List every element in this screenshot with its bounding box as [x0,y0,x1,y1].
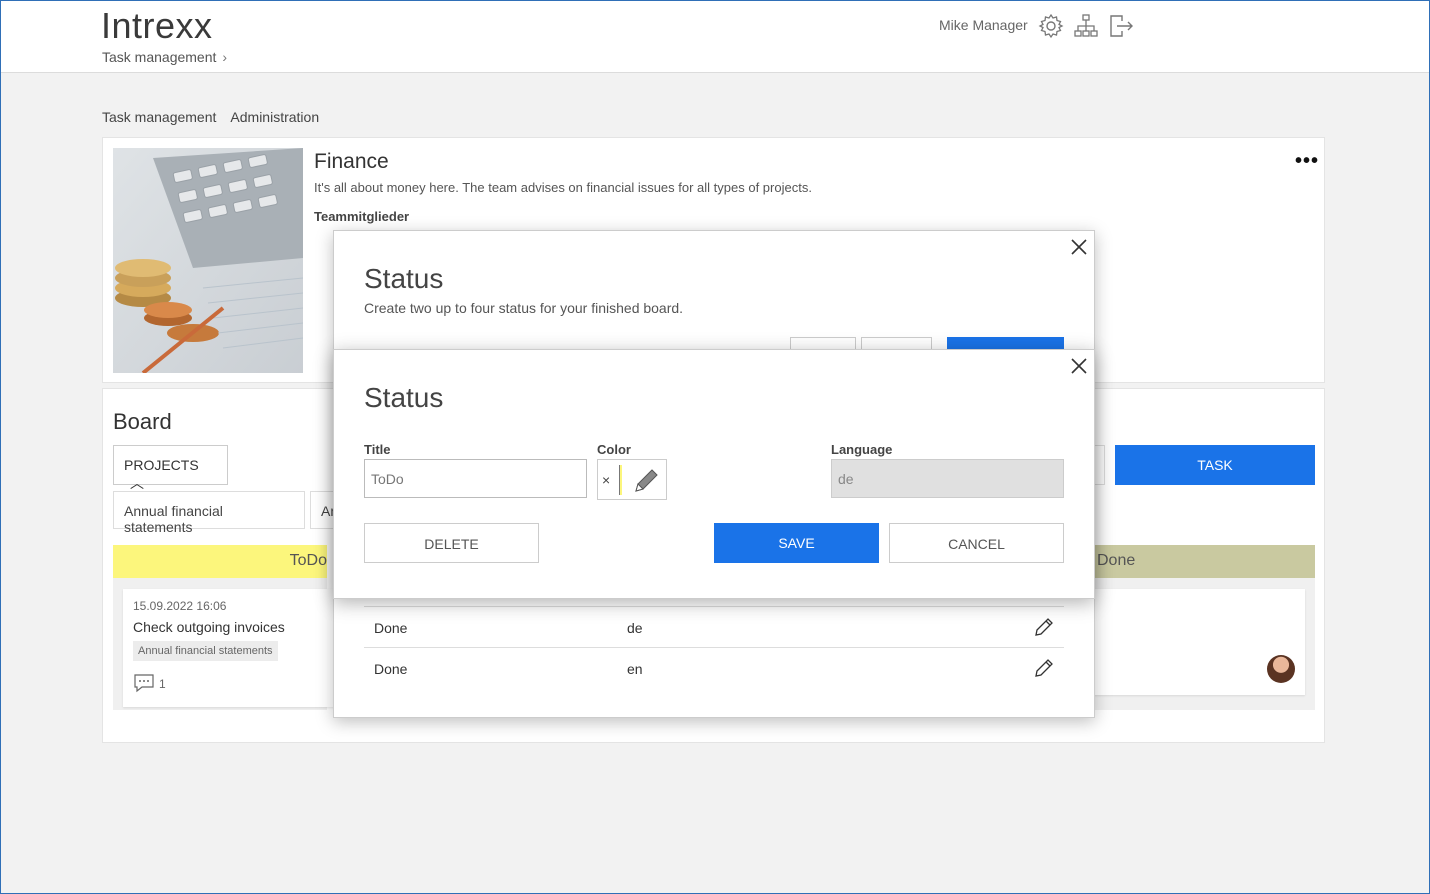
column-todo-label: ToDo [289,552,327,569]
user-name[interactable]: Mike Manager [939,17,1028,33]
intrexx-logo[interactable]: Intrexx [101,5,213,47]
column-done-label: Done [1097,552,1136,569]
filter-annual-financial-statements[interactable]: Annual financial statements [113,491,305,535]
language-input [831,459,1064,498]
title-input[interactable] [364,459,587,498]
task-card[interactable]: 15.09.2022 16:06 Check outgoing invoices… [123,589,335,707]
close-icon[interactable] [1069,356,1089,376]
logout-icon[interactable] [1108,13,1134,39]
column-header-todo: ToDo [113,545,327,578]
pencil-icon[interactable] [633,466,661,494]
cancel-button[interactable]: CANCEL [889,523,1064,563]
title-label: Title [364,442,391,457]
table-row: Done en [364,647,1064,688]
dialog-title: Status [364,382,444,413]
color-picker[interactable]: × [597,459,667,500]
gear-icon[interactable] [1038,13,1064,39]
close-icon[interactable] [1069,237,1089,257]
projects-dropdown[interactable]: PROJECTS ︿ [113,445,228,491]
board-title: Board [113,409,172,434]
status-language-cell: en [627,661,643,677]
avatar [1267,655,1295,683]
sitemap-icon[interactable] [1073,13,1099,39]
chevron-up-icon: ︿ [130,475,144,491]
dialog-description: Create two up to four status for your fi… [364,300,684,316]
color-label: Color [597,442,631,457]
status-title-cell: Done [374,661,408,677]
nav-task-management[interactable]: Task management [102,109,216,125]
status-language-cell: de [627,620,643,636]
clear-color-icon[interactable]: × [602,472,610,488]
status-table: Done de Done en [364,606,1064,688]
done-task-card[interactable] [1093,589,1305,695]
breadcrumb-label[interactable]: Task management [102,49,216,65]
edit-pencil-icon[interactable] [1032,615,1056,639]
language-label: Language [831,442,893,457]
table-row: Done de [364,606,1064,647]
comment-icon[interactable] [133,673,155,693]
edit-pencil-icon[interactable] [1032,656,1056,680]
task-date: 15.09.2022 16:06 [133,599,227,613]
add-task-button[interactable]: TASK [1115,445,1315,485]
task-title: Check outgoing invoices [133,619,285,635]
status-title-cell: Done [374,620,408,636]
app-header: Intrexx Task management › Mike Manager [1,1,1429,73]
finance-image [113,148,303,373]
sub-navigation: Task management Administration [102,109,333,125]
finance-title: Finance [314,150,389,173]
save-button[interactable]: SAVE [714,523,879,563]
more-options-icon[interactable]: ••• [1295,150,1319,173]
finance-description: It's all about money here. The team advi… [314,180,812,195]
dialog-title: Status [364,263,444,294]
projects-label: PROJECTS [124,457,199,473]
comment-count: 1 [159,677,166,691]
chevron-right-icon: › [222,49,228,65]
status-edit-dialog: Status Title Color × Language DELETE SAV… [333,349,1095,599]
nav-administration[interactable]: Administration [230,109,319,125]
color-swatch [619,465,622,495]
breadcrumb[interactable]: Task management › [102,49,227,65]
delete-button[interactable]: DELETE [364,523,539,563]
team-members-label: Teammitglieder [314,209,410,224]
column-header-done: Done [1093,545,1315,578]
task-tag: Annual financial statements [133,641,278,661]
